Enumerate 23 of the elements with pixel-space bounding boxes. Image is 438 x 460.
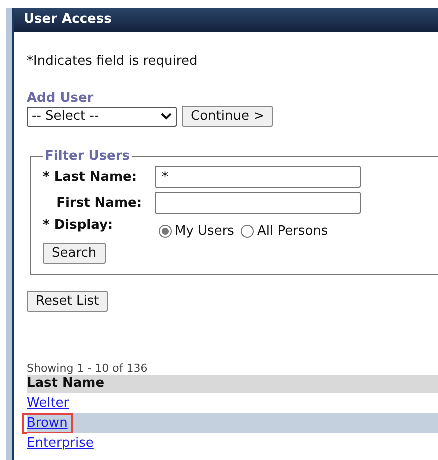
section-heading: Add User: [27, 91, 94, 106]
required-note: *Indicates field is required: [27, 54, 198, 69]
radio-label: My Users: [175, 224, 234, 239]
name-field[interactable]: *: [155, 166, 361, 188]
name-link[interactable]: Brown: [25, 416, 70, 430]
reset-list-button[interactable]: Reset List: [27, 291, 108, 312]
name-link[interactable]: Enterprise: [27, 436, 94, 450]
result-count: Showing 1 - 10 of 136: [27, 362, 148, 375]
continue-button[interactable]: Continue >: [182, 106, 274, 127]
group-legend: Filter Users: [43, 149, 132, 164]
column-header: Last Name: [27, 375, 438, 393]
field-label: First Name:: [56, 196, 142, 210]
field-label: * Last Name:: [43, 170, 138, 184]
radio-button[interactable]: [241, 225, 254, 238]
search-button[interactable]: Search: [43, 243, 106, 264]
radio-label: All Persons: [257, 224, 328, 239]
name-field[interactable]: [155, 192, 361, 214]
window-title: User Access: [14, 8, 438, 32]
radio-button[interactable]: [159, 225, 172, 238]
field-label: * Display:: [43, 218, 114, 233]
name-link[interactable]: Welter: [27, 396, 70, 410]
chevron-icon: [161, 113, 172, 120]
user-type-select[interactable]: -- Select --: [27, 106, 177, 126]
